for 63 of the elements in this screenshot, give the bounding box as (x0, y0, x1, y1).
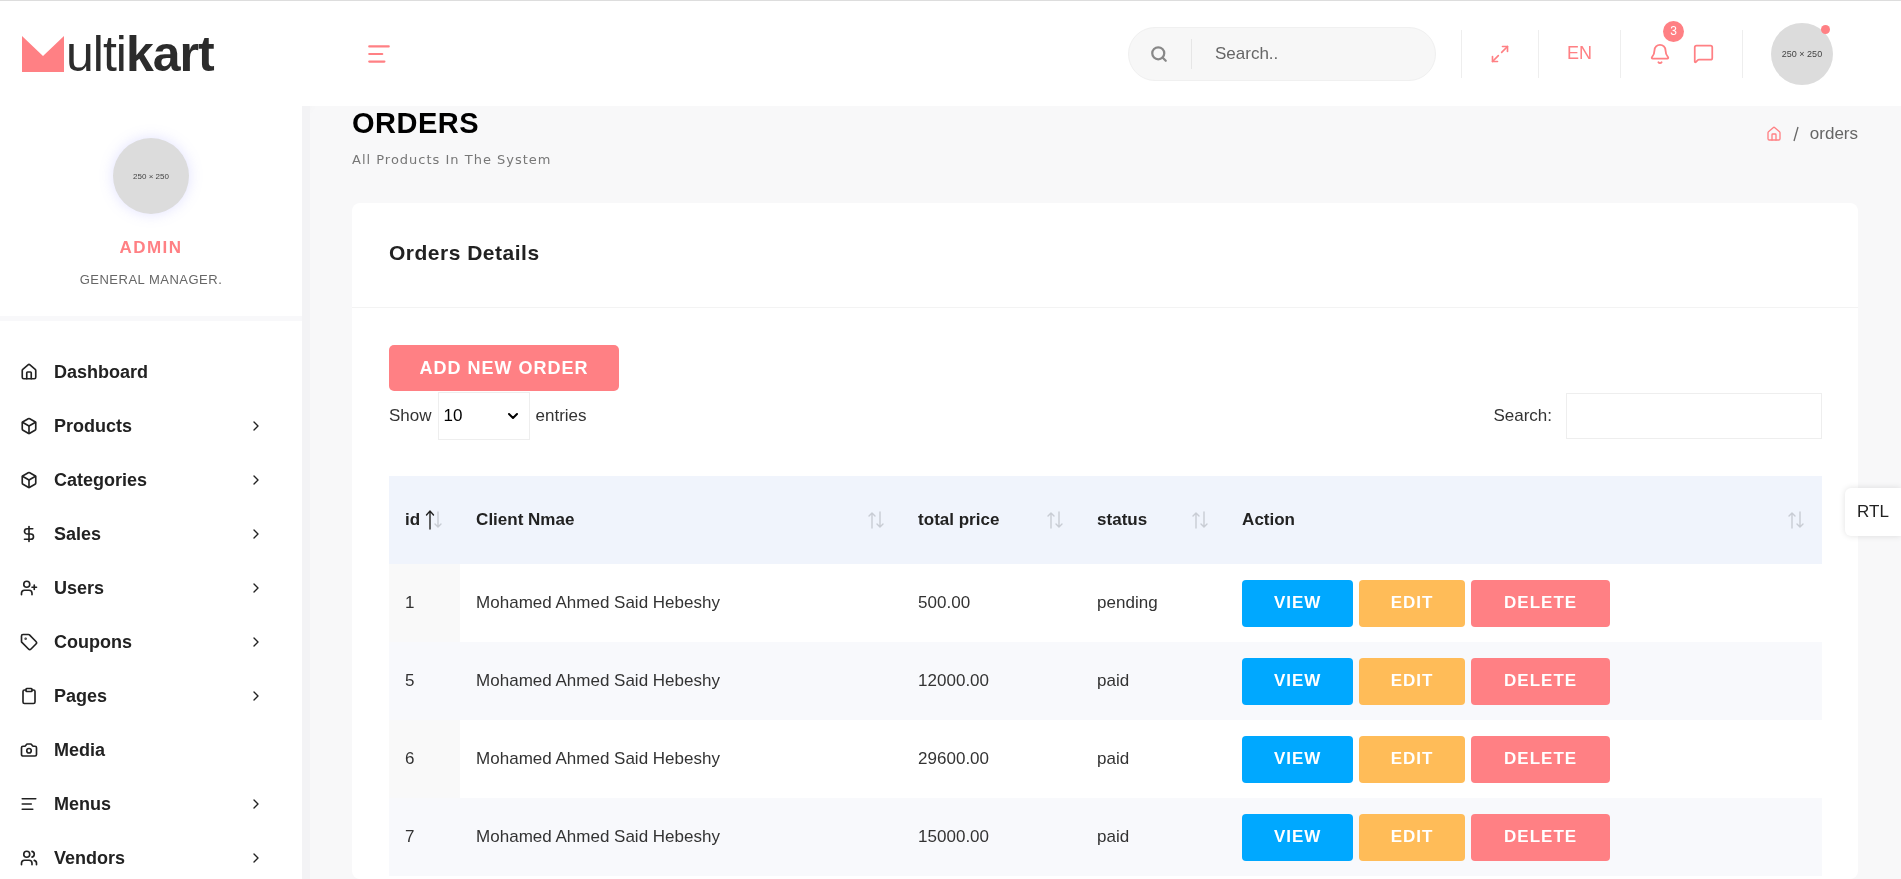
logo-mark-icon (22, 35, 64, 72)
sidebar-item[interactable]: Menus (0, 777, 302, 831)
sidebar-item[interactable]: Pages (0, 669, 302, 723)
table-cell: 29600.00 (918, 749, 989, 768)
column-header[interactable]: Action (1242, 510, 1295, 530)
column-header[interactable]: status (1097, 510, 1148, 530)
chat-icon[interactable] (1693, 43, 1714, 64)
table-cell: paid (1097, 827, 1130, 846)
table-cell: paid (1097, 671, 1130, 690)
sidebar-item[interactable]: Vendors (0, 831, 302, 879)
clipboard-icon (20, 687, 38, 705)
sidebar-item[interactable]: Categories (0, 453, 302, 507)
column-header[interactable]: Client Nmae (476, 510, 575, 530)
table-cell: Mohamed Ahmed Said Hebeshy (476, 671, 720, 690)
logo-text: ultikart (66, 28, 214, 79)
camera-icon (20, 741, 38, 759)
user-avatar[interactable]: 250 × 250 (1771, 22, 1833, 85)
search-field[interactable]: Search.. (1128, 26, 1436, 81)
page-subtitle: All Products In The System (352, 152, 552, 167)
column-header[interactable]: id (405, 510, 421, 530)
show-label: Show (389, 406, 432, 426)
entries-label: entries (535, 406, 587, 426)
box-icon (20, 471, 38, 489)
sidebar-item[interactable]: Products (0, 399, 302, 453)
profile-avatar: 250 × 250 (113, 138, 189, 214)
column-header[interactable]: total price (918, 510, 1000, 530)
home-icon[interactable] (1765, 126, 1782, 142)
tag-icon (20, 633, 38, 651)
breadcrumb-item[interactable]: orders (1809, 124, 1858, 144)
sidebar-item[interactable]: Users (0, 561, 302, 615)
rtl-button[interactable]: RTL (1845, 488, 1901, 536)
table-cell: paid (1097, 749, 1130, 768)
table-cell: 5 (405, 671, 415, 690)
bell-icon[interactable] (1649, 42, 1671, 65)
home-icon (20, 363, 38, 381)
user-role: GENERAL MANAGER. (79, 272, 223, 287)
search-icon (1150, 44, 1169, 63)
lines-icon (20, 795, 38, 813)
page-size-select[interactable]: 10 (437, 392, 530, 440)
add-user-icon (20, 579, 38, 597)
card-title: Orders Details (389, 241, 541, 265)
table-cell: pending (1097, 593, 1158, 612)
table-cell: 15000.00 (918, 827, 989, 846)
table-cell: 12000.00 (918, 671, 989, 690)
breadcrumb-separator (1791, 126, 1800, 142)
table-cell: Mohamed Ahmed Said Hebeshy (476, 827, 720, 846)
notification-badge: 3 (1663, 20, 1684, 42)
table-cell: 7 (405, 827, 415, 846)
user-name: ADMIN (119, 238, 183, 258)
table-cell: 1 (405, 593, 415, 612)
table-cell: Mohamed Ahmed Said Hebeshy (476, 593, 720, 612)
users-icon (20, 849, 38, 867)
box-icon (20, 417, 38, 435)
page-title: ORDERS (352, 106, 481, 140)
sidebar-item[interactable]: Sales (0, 507, 302, 561)
sidebar-item[interactable]: Media (0, 723, 302, 777)
fullscreen-icon[interactable] (1490, 43, 1510, 64)
table-cell: 6 (405, 749, 415, 768)
table-cell: 500.00 (918, 593, 971, 612)
table-cell: Mohamed Ahmed Said Hebeshy (476, 749, 720, 768)
search-label: Search: (1493, 406, 1552, 426)
sidebar-item[interactable]: Coupons (0, 615, 302, 669)
sidebar-item[interactable]: Dashboard (0, 345, 302, 399)
